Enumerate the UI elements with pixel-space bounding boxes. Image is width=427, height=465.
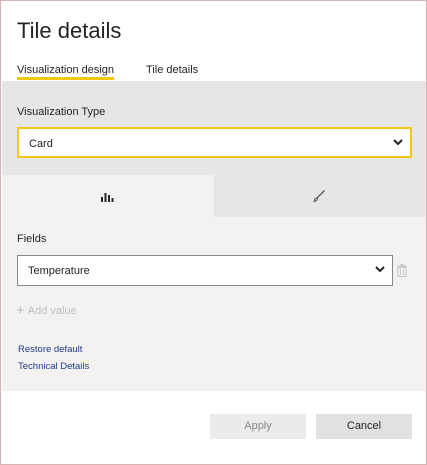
tab-fields[interactable] [2, 175, 214, 217]
restore-default-link[interactable]: Restore default [18, 344, 82, 355]
add-value-button[interactable]: + Add value [16, 301, 77, 319]
dialog-title: Tile details [17, 18, 122, 43]
fields-label: Fields [17, 233, 47, 245]
visualization-type-value: Card [29, 138, 53, 150]
bar-chart-icon [101, 193, 114, 202]
add-value-label: Add value [27, 305, 77, 317]
plus-icon: + [16, 302, 25, 319]
tab-tile-details[interactable]: Tile details [146, 64, 198, 76]
field-value: Temperature [28, 265, 90, 277]
chevron-down-icon [393, 139, 403, 146]
active-tab-indicator [17, 77, 114, 80]
visualization-type-select[interactable]: Card [17, 127, 412, 158]
paintbrush-icon [313, 190, 325, 203]
cancel-button[interactable]: Cancel [316, 414, 412, 439]
trash-icon[interactable] [396, 264, 408, 277]
technical-details-link[interactable]: Technical Details [18, 361, 89, 372]
tile-details-dialog: Tile details Visualization design Tile d… [0, 0, 427, 465]
tab-format[interactable] [214, 175, 426, 217]
field-select[interactable]: Temperature [17, 255, 393, 286]
chevron-down-icon [375, 266, 385, 273]
apply-button[interactable]: Apply [210, 414, 306, 439]
visualization-type-label: Visualization Type [17, 106, 106, 118]
tab-visualization-design[interactable]: Visualization design [17, 64, 114, 76]
visualization-design-pane: Visualization Type Card Fields Temperatu… [2, 81, 426, 391]
